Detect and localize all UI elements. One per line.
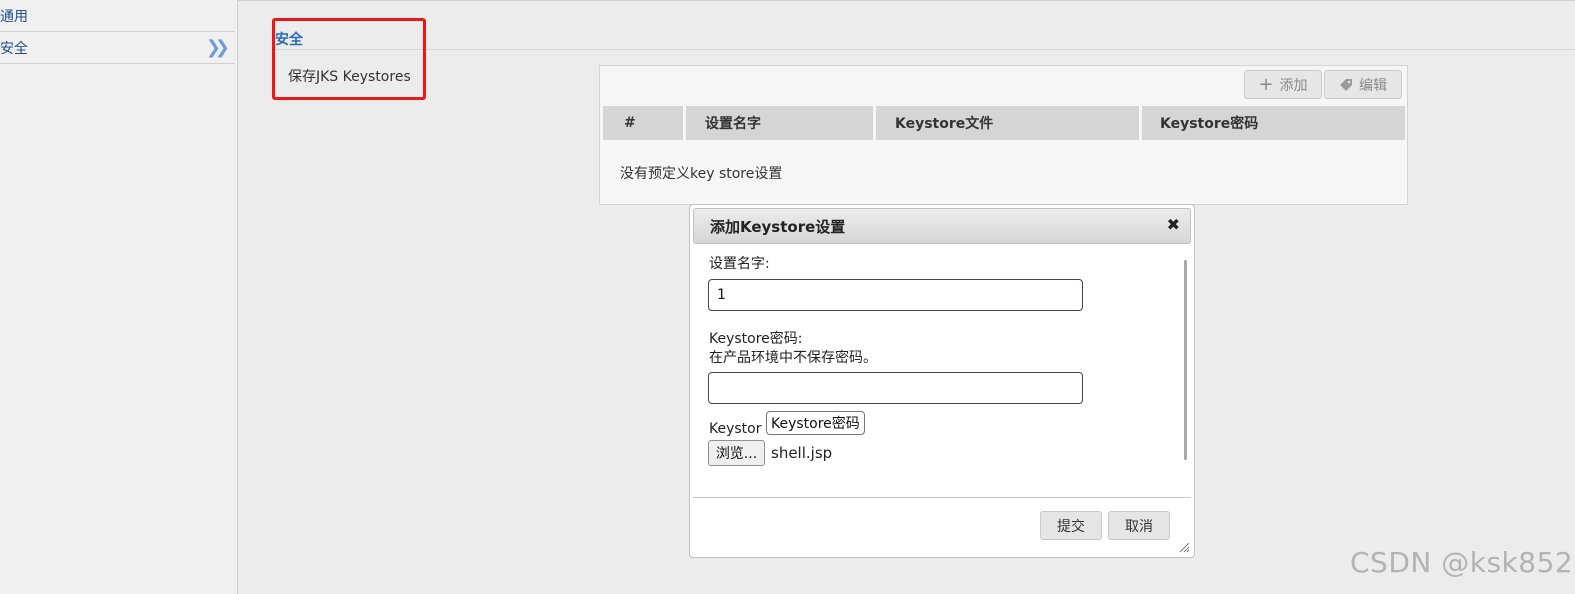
column-header-index[interactable]: #	[603, 106, 683, 140]
sidebar-item-label: 安全	[0, 40, 28, 57]
sidebar-item-general[interactable]: 通用	[0, 0, 234, 32]
add-button-label: 添加	[1279, 77, 1308, 94]
dialog-scrollbar[interactable]	[1184, 260, 1187, 460]
highlight-box	[272, 18, 426, 100]
column-header-password[interactable]: Keystore密码	[1142, 106, 1405, 140]
cancel-button[interactable]: 取消	[1108, 511, 1170, 540]
dialog-title-bar[interactable]: 添加Keystore设置 ✖	[693, 208, 1191, 244]
password-input[interactable]	[708, 372, 1083, 404]
browse-button[interactable]: 浏览...	[708, 440, 765, 466]
file-label: Keystor	[709, 421, 762, 437]
section-divider	[274, 49, 1575, 50]
top-divider	[238, 0, 1575, 1]
sidebar-item-label: 通用	[0, 8, 28, 25]
add-keystore-dialog: 添加Keystore设置 ✖ 设置名字: Keystore密码: 在产品环境中不…	[689, 204, 1195, 558]
tooltip: Keystore密码	[766, 411, 865, 435]
add-button[interactable]: + 添加	[1244, 70, 1322, 99]
column-header-file[interactable]: Keystore文件	[876, 106, 1139, 140]
watermark: CSDN @ksk852	[1350, 546, 1574, 579]
dialog-footer-divider	[693, 497, 1191, 498]
edit-button[interactable]: 编辑	[1324, 70, 1402, 99]
name-input[interactable]	[708, 279, 1083, 311]
selected-file-name: shell.jsp	[771, 444, 833, 462]
submit-button[interactable]: 提交	[1040, 511, 1102, 540]
empty-table-message: 没有预定义key store设置	[620, 166, 783, 182]
name-label: 设置名字:	[709, 256, 770, 272]
resize-handle-icon[interactable]	[1178, 541, 1190, 553]
column-header-name[interactable]: 设置名字	[686, 106, 873, 140]
close-icon[interactable]: ✖	[1167, 215, 1180, 234]
plus-icon: +	[1258, 74, 1274, 95]
sidebar-item-security[interactable]: 安全 ❯❯	[0, 32, 234, 64]
keystore-table-panel: + 添加 编辑 # 设置名字 Keystore文件 Keystore密码 没有预…	[599, 65, 1408, 205]
tag-icon	[1340, 78, 1352, 91]
password-label: Keystore密码:	[709, 331, 803, 347]
dialog-title: 添加Keystore设置	[710, 217, 846, 236]
edit-button-label: 编辑	[1359, 77, 1387, 94]
password-hint: 在产品环境中不保存密码。	[709, 350, 877, 366]
sidebar: 通用 安全 ❯❯	[0, 0, 238, 594]
double-chevron-right-icon: ❯❯	[205, 37, 230, 58]
